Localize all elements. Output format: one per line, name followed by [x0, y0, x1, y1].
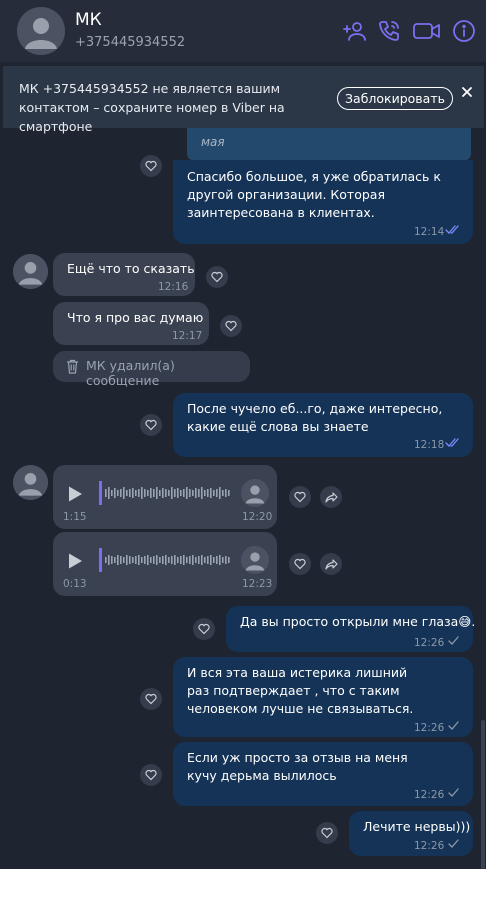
forward-icon[interactable] [320, 553, 342, 575]
delivered-tick-icon [448, 636, 459, 645]
like-icon[interactable] [193, 618, 215, 640]
scrollbar[interactable] [481, 720, 485, 869]
chat-window: МК +375445934552 мая МК +375445934552 не… [0, 0, 486, 869]
like-icon[interactable] [140, 155, 162, 177]
message-time: 12:17 [172, 330, 203, 342]
message-time: 12:26 [414, 840, 445, 852]
message-time: 12:20 [242, 511, 273, 523]
message-text: Если уж просто за отзыв на меня кучу дер… [187, 750, 408, 783]
message-bubble-incoming[interactable]: Что я про вас думаю 12:17 [53, 302, 209, 345]
message-time: 12:14 [414, 226, 445, 238]
read-ticks-icon [445, 225, 459, 234]
sender-avatar[interactable] [13, 254, 48, 289]
voice-duration: 0:13 [63, 578, 87, 590]
message-bubble-outgoing[interactable]: Да вы просто открыли мне глаза😅. 12:26 [226, 606, 476, 652]
message-text: Что я про вас думаю [67, 310, 204, 325]
message-text: Ещё что то сказать [67, 261, 195, 276]
message-time: 12:16 [158, 281, 189, 293]
message-bubble-outgoing[interactable]: Лечите нервы))) 12:26 [349, 811, 473, 856]
sender-avatar[interactable] [13, 465, 48, 500]
play-icon[interactable] [67, 552, 83, 570]
delivered-tick-icon [448, 788, 459, 797]
like-icon[interactable] [140, 688, 162, 710]
read-ticks-icon [445, 438, 459, 447]
message-time: 12:18 [414, 439, 445, 451]
voice-sender-avatar [241, 546, 269, 574]
chat-header: МК +375445934552 [0, 0, 486, 62]
deleted-message-notice: МК удалил(а) сообщение [53, 351, 250, 388]
banner-text: МК +375445934552 не является вашим конта… [19, 81, 285, 134]
play-icon[interactable] [67, 485, 83, 503]
phone-icon[interactable] [377, 19, 401, 43]
not-contact-banner: МК +375445934552 не является вашим конта… [3, 66, 484, 134]
delivered-tick-icon [448, 839, 459, 848]
waveform[interactable] [99, 546, 235, 574]
message-time: 12:26 [414, 637, 445, 649]
message-bubble-outgoing[interactable]: Спасибо большое, я уже обратилась к друг… [173, 160, 473, 244]
add-contact-icon[interactable] [343, 19, 367, 43]
message-time: 12:23 [242, 578, 273, 590]
voice-message[interactable]: 1:15 12:20 [53, 465, 277, 529]
like-icon[interactable] [316, 822, 338, 844]
waveform[interactable] [99, 479, 235, 507]
contact-phone: +375445934552 [75, 35, 186, 50]
message-text: Спасибо большое, я уже обратилась к друг… [187, 169, 441, 220]
trash-icon [67, 359, 78, 374]
message-time: 12:26 [414, 722, 445, 734]
quoted-text: мая [201, 135, 225, 149]
voice-message[interactable]: 0:13 12:23 [53, 532, 277, 596]
message-text: После чучело еб...го, даже интересно, ка… [187, 401, 443, 434]
like-icon[interactable] [220, 315, 242, 337]
deleted-text: МК удалил(а) сообщение [86, 358, 175, 388]
message-bubble-outgoing[interactable]: Если уж просто за отзыв на меня кучу дер… [173, 742, 473, 806]
like-icon[interactable] [289, 486, 311, 508]
message-time: 12:26 [414, 789, 445, 801]
like-icon[interactable] [206, 266, 228, 288]
contact-name: МК [75, 10, 102, 30]
message-bubble-incoming[interactable]: Ещё что то сказать 12:16 [53, 253, 195, 296]
message-bubble-outgoing[interactable]: И вся эта ваша истерика лишний раз подтв… [173, 657, 473, 737]
contact-avatar[interactable] [17, 7, 65, 55]
like-icon[interactable] [140, 764, 162, 786]
message-text: И вся эта ваша истерика лишний раз подтв… [187, 665, 414, 716]
forward-icon[interactable] [320, 486, 342, 508]
block-button[interactable]: Заблокировать [337, 87, 453, 110]
close-icon[interactable] [459, 84, 475, 100]
voice-duration: 1:15 [63, 511, 87, 523]
message-bubble-outgoing[interactable]: После чучело еб...го, даже интересно, ка… [173, 393, 473, 457]
info-icon[interactable] [452, 19, 476, 43]
like-icon[interactable] [140, 414, 162, 436]
message-text: Лечите нервы))) [363, 819, 471, 834]
video-icon[interactable] [412, 19, 442, 43]
like-icon[interactable] [289, 553, 311, 575]
delivered-tick-icon [448, 721, 459, 730]
message-text: Да вы просто открыли мне глаза😅. [240, 614, 476, 629]
voice-sender-avatar [241, 479, 269, 507]
